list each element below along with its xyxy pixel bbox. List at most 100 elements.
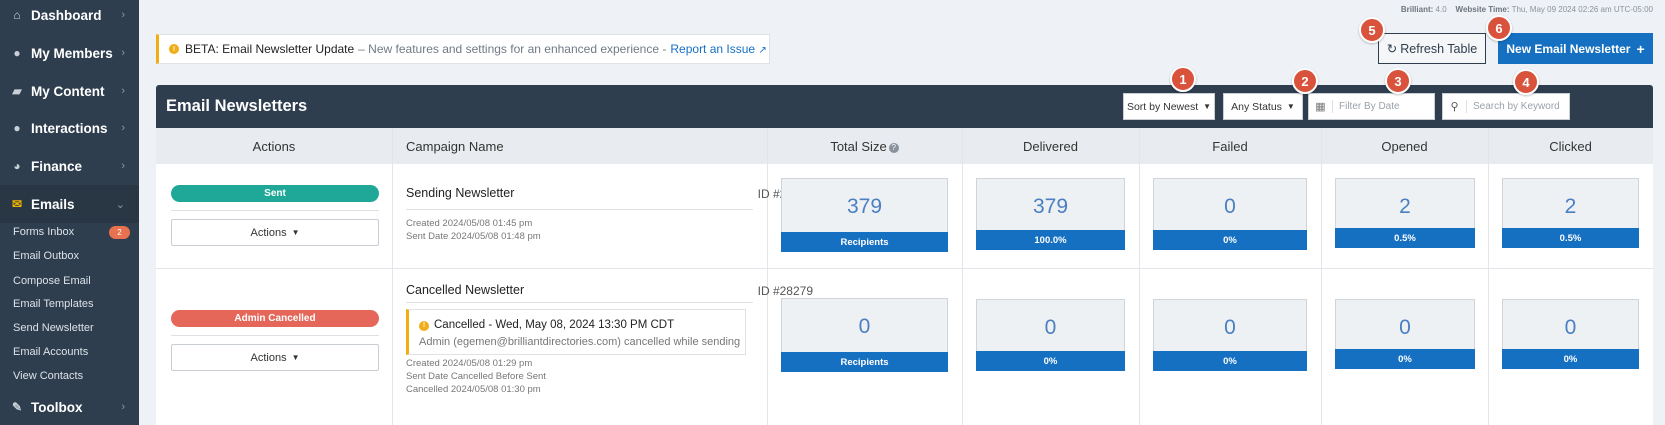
stat-bar: 100.0% — [976, 230, 1125, 250]
calendar-icon: ▦ — [1309, 100, 1333, 113]
help-icon[interactable]: ? — [888, 143, 899, 153]
sent-date: Sent Date 2024/05/08 01:48 pm — [406, 231, 541, 242]
refresh-table-label: Refresh Table — [1400, 41, 1478, 56]
actions-label: Actions — [250, 351, 287, 364]
campaign-meta: Created 2024/05/08 01:29 pm Sent Date Ca… — [406, 357, 546, 396]
chevron-right-icon: › — [121, 160, 125, 172]
filter-by-date-input[interactable]: ▦ Filter By Date — [1308, 93, 1435, 120]
delivered-stat: 0 0% — [976, 299, 1125, 371]
page-title: Email Newsletters — [166, 97, 308, 115]
chevron-down-icon: ⌄ — [115, 198, 125, 211]
caret-down-icon: ▼ — [291, 353, 300, 362]
sidebar-subitem-email-templates[interactable]: Email Templates — [13, 298, 94, 310]
users-icon: ● — [13, 46, 21, 60]
sidebar-item-label: My Content — [31, 83, 105, 99]
new-email-newsletter-button[interactable]: New Email Newsletter + — [1498, 33, 1653, 64]
sidebar-subitem-send-newsletter[interactable]: Send Newsletter — [13, 322, 94, 334]
status-badge: Sent — [171, 185, 379, 202]
sidebar-subitem-email-accounts[interactable]: Email Accounts — [13, 346, 88, 358]
search-icon: ⚲ — [1443, 100, 1467, 113]
campaign-meta: Created 2024/05/08 01:45 pm Sent Date 20… — [406, 217, 541, 243]
home-icon: ⌂ — [13, 8, 21, 22]
sidebar-subitem-compose-email[interactable]: Compose Email — [13, 275, 91, 287]
new-email-newsletter-label: New Email Newsletter — [1506, 41, 1631, 56]
chevron-right-icon: › — [121, 9, 125, 21]
refresh-table-button[interactable]: ↻ Refresh Table — [1378, 33, 1486, 64]
divider — [406, 302, 753, 303]
actions-label: Actions — [250, 226, 287, 239]
cancelled-notice: ! Cancelled - Wed, May 08, 2024 13:30 PM … — [406, 309, 746, 355]
website-time-value: Thu, May 09 2024 02:26 am UTC-05:00 — [1511, 5, 1653, 14]
stat-bar: 0% — [1153, 351, 1307, 371]
status-badge: Admin Cancelled — [171, 310, 379, 327]
stat-bar: Recipients — [781, 232, 948, 252]
sent-date: Sent Date Cancelled Before Sent — [406, 371, 546, 382]
divider — [171, 335, 379, 336]
campaign-name[interactable]: Sending Newsletter — [406, 186, 514, 200]
brand-label: Brilliant: — [1400, 5, 1434, 14]
column-header-failed: Failed — [1212, 139, 1248, 154]
stat-value: 0 — [1224, 195, 1236, 218]
refresh-icon: ↻ — [1386, 42, 1398, 56]
stat-bar: 0.5% — [1502, 228, 1639, 248]
info-icon: ! — [169, 44, 179, 54]
report-issue-link[interactable]: Report an Issue ↗ — [670, 42, 766, 56]
sidebar-subitem-email-outbox[interactable]: Email Outbox — [13, 250, 79, 262]
report-issue-label: Report an Issue — [670, 42, 756, 56]
status-value: Any Status — [1231, 100, 1282, 113]
stat-value: 379 — [1032, 195, 1069, 218]
sidebar-item-emails[interactable]: ✉ Emails ⌄ — [0, 185, 139, 223]
actions-dropdown-button[interactable]: Actions ▼ — [171, 219, 379, 246]
version-and-time-info: Brilliant: 4.0 Website Time: Thu, May 09… — [1401, 5, 1653, 14]
wrench-icon: ✎ — [11, 400, 23, 414]
stat-bar: Recipients — [781, 352, 948, 372]
delivered-stat: 379 100.0% — [976, 178, 1125, 250]
sidebar-subitem-forms-inbox[interactable]: Forms Inbox — [13, 226, 74, 238]
stat-value: 379 — [846, 195, 883, 218]
search-placeholder: Search by Keyword — [1473, 101, 1560, 112]
search-keyword-input[interactable]: ⚲ Search by Keyword — [1442, 93, 1570, 120]
stat-value: 0 — [1399, 316, 1411, 339]
newsletters-header-bar: Email Newsletters Sort by Newest ▼ Any St… — [156, 85, 1653, 128]
sidebar-item-dashboard[interactable]: ⌂ Dashboard › — [0, 0, 139, 34]
campaign-name[interactable]: Cancelled Newsletter — [406, 283, 524, 297]
created-date: Created 2024/05/08 01:45 pm — [406, 218, 533, 229]
total-size-label: Total Size — [830, 139, 887, 154]
notice-title: ! Cancelled - Wed, May 08, 2024 13:30 PM … — [419, 319, 674, 331]
beta-title: BETA: Email Newsletter Update — [185, 42, 355, 56]
clicked-stat: 2 0.5% — [1502, 178, 1639, 248]
sort-dropdown[interactable]: Sort by Newest ▼ — [1123, 93, 1215, 120]
plus-icon: + — [1636, 40, 1645, 57]
forms-inbox-count-badge: 2 — [109, 226, 130, 239]
sidebar-item-my-members[interactable]: ● My Members › — [0, 34, 139, 72]
step-marker-1: 1 — [1170, 66, 1196, 92]
chevron-right-icon: › — [121, 47, 125, 59]
beta-description: – New features and settings for an enhan… — [358, 42, 667, 56]
folder-icon: ▰ — [12, 84, 22, 98]
actions-dropdown-button[interactable]: Actions ▼ — [171, 344, 379, 371]
campaign-id: ID #28279 — [757, 284, 813, 298]
sidebar-item-finance[interactable]: ◕ Finance › — [0, 147, 139, 185]
step-marker-2: 2 — [1292, 68, 1318, 94]
comments-icon: ● — [13, 121, 21, 135]
pie-chart-icon: ◕ — [13, 159, 21, 173]
caret-down-icon: ▼ — [1203, 102, 1212, 111]
sidebar-item-label: Dashboard — [31, 7, 102, 23]
total-size-stat: 379 Recipients — [781, 178, 948, 252]
sidebar: ⌂ Dashboard › ● My Members › ▰ My Conten… — [0, 0, 139, 425]
stat-bar: 0% — [1335, 349, 1475, 369]
sidebar-item-label: Interactions — [31, 120, 108, 136]
sidebar-item-my-content[interactable]: ▰ My Content › — [0, 72, 139, 110]
external-link-icon: ↗ — [758, 45, 767, 56]
sidebar-item-toolbox[interactable]: ✎ Toolbox › — [0, 388, 139, 425]
date-placeholder: Filter By Date — [1339, 101, 1400, 112]
opened-stat: 2 0.5% — [1335, 178, 1475, 248]
status-dropdown[interactable]: Any Status ▼ — [1223, 93, 1303, 120]
step-marker-6: 6 — [1486, 15, 1512, 41]
sidebar-item-interactions[interactable]: ● Interactions › — [0, 109, 139, 147]
sidebar-subitem-view-contacts[interactable]: View Contacts — [13, 370, 83, 382]
stat-value: 2 — [1399, 195, 1411, 218]
column-header-opened: Opened — [1381, 139, 1428, 154]
sidebar-item-label: My Members — [31, 45, 113, 61]
total-size-stat: 0 Recipients — [781, 298, 948, 372]
